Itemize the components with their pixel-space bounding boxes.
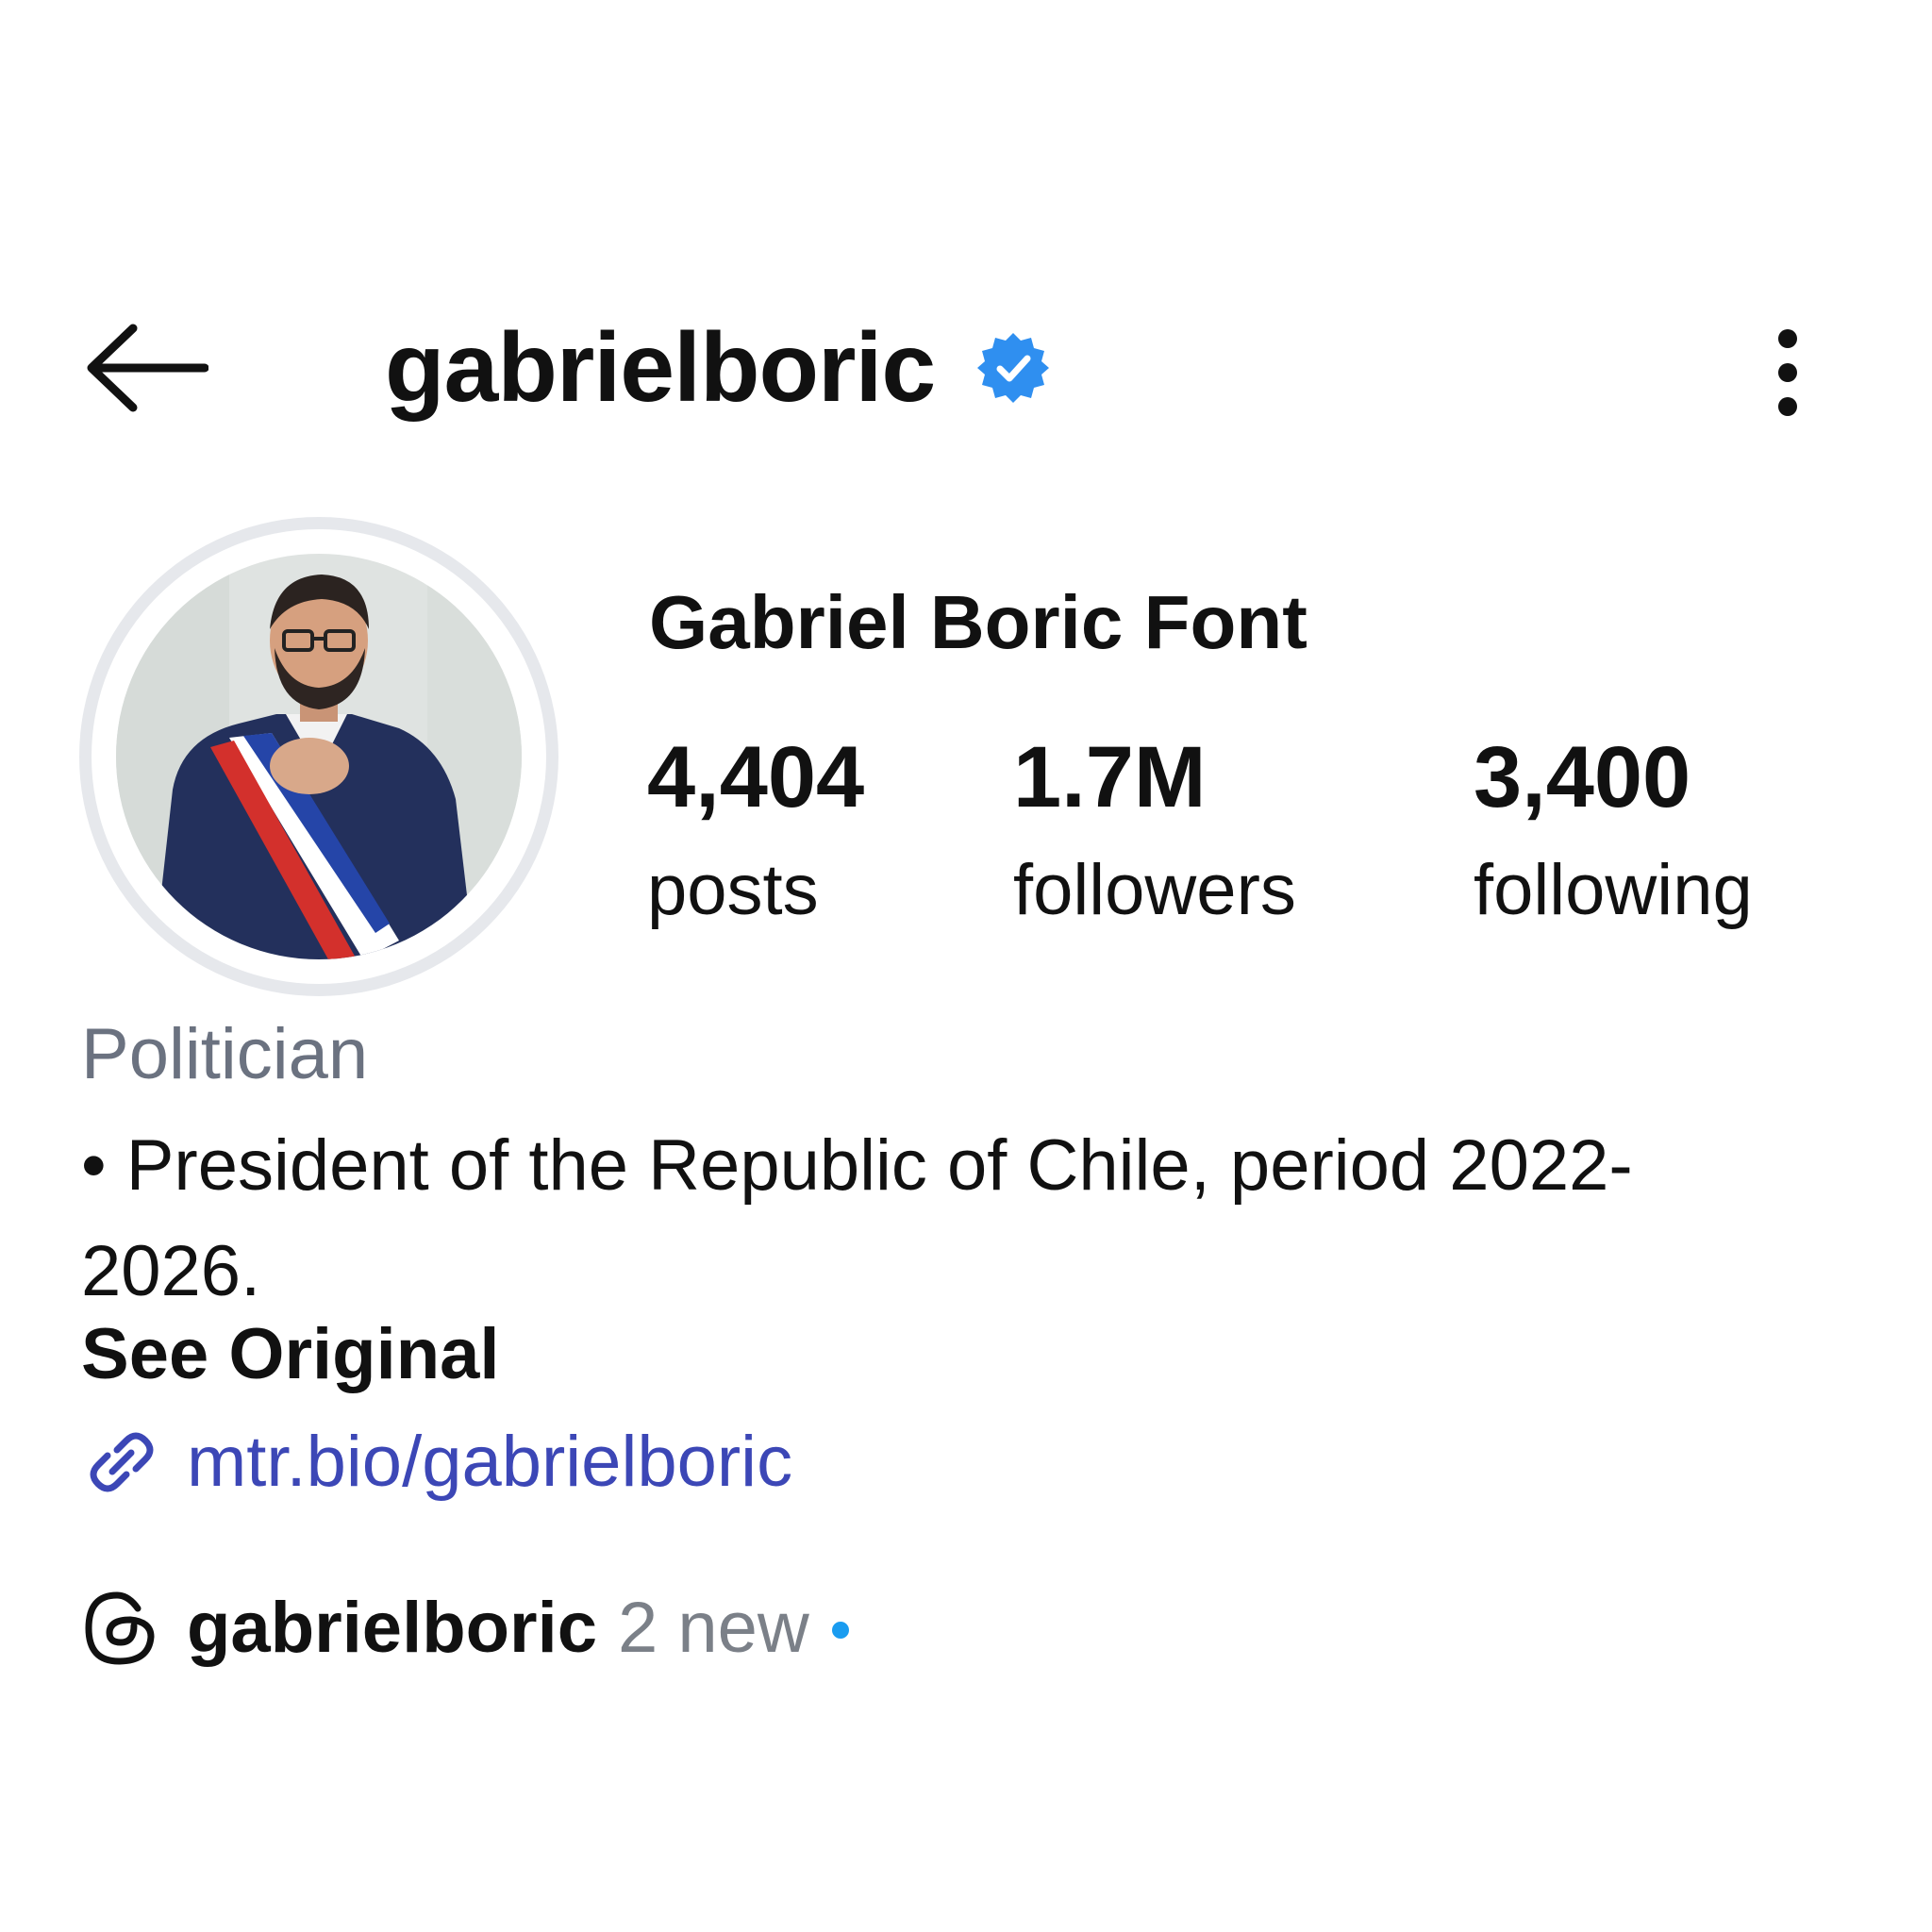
arrow-left-icon [87, 324, 208, 412]
following-label: following [1474, 850, 1753, 930]
verified-badge-icon [976, 331, 1050, 405]
header-username: gabrielboric [385, 313, 936, 423]
followers-label: followers [1013, 850, 1296, 930]
back-button[interactable] [75, 311, 217, 425]
full-name: Gabriel Boric Font [649, 580, 1307, 664]
stat-followers[interactable]: 1.7M followers [1013, 734, 1296, 926]
threads-badge[interactable]: gabrielboric 2 new [81, 1581, 849, 1675]
followers-count: 1.7M [1013, 729, 1207, 825]
stat-posts[interactable]: 4,404 posts [647, 734, 864, 926]
profile-header: gabrielboric [385, 302, 1050, 434]
link-text: mtr.bio/gabrielboric [187, 1422, 793, 1502]
following-count: 3,400 [1474, 729, 1691, 825]
threads-username: gabrielboric [187, 1588, 597, 1668]
profile-avatar[interactable] [79, 517, 558, 996]
see-original-button[interactable]: See Original [81, 1319, 500, 1391]
new-indicator-dot [831, 1622, 849, 1639]
link-icon [90, 1432, 154, 1492]
profile-category: Politician [81, 1014, 369, 1094]
avatar-photo [116, 554, 522, 959]
more-vertical-icon [1778, 329, 1797, 416]
more-options-button[interactable] [1736, 302, 1840, 443]
bio-link[interactable]: mtr.bio/gabrielboric [81, 1415, 792, 1509]
posts-count: 4,404 [647, 729, 865, 825]
threads-icon [85, 1591, 155, 1665]
posts-label: posts [647, 850, 819, 930]
threads-new-count: 2 new [618, 1588, 809, 1668]
bio-text: • President of the Republic of Chile, pe… [81, 1125, 1633, 1311]
stat-following[interactable]: 3,400 following [1474, 734, 1753, 926]
